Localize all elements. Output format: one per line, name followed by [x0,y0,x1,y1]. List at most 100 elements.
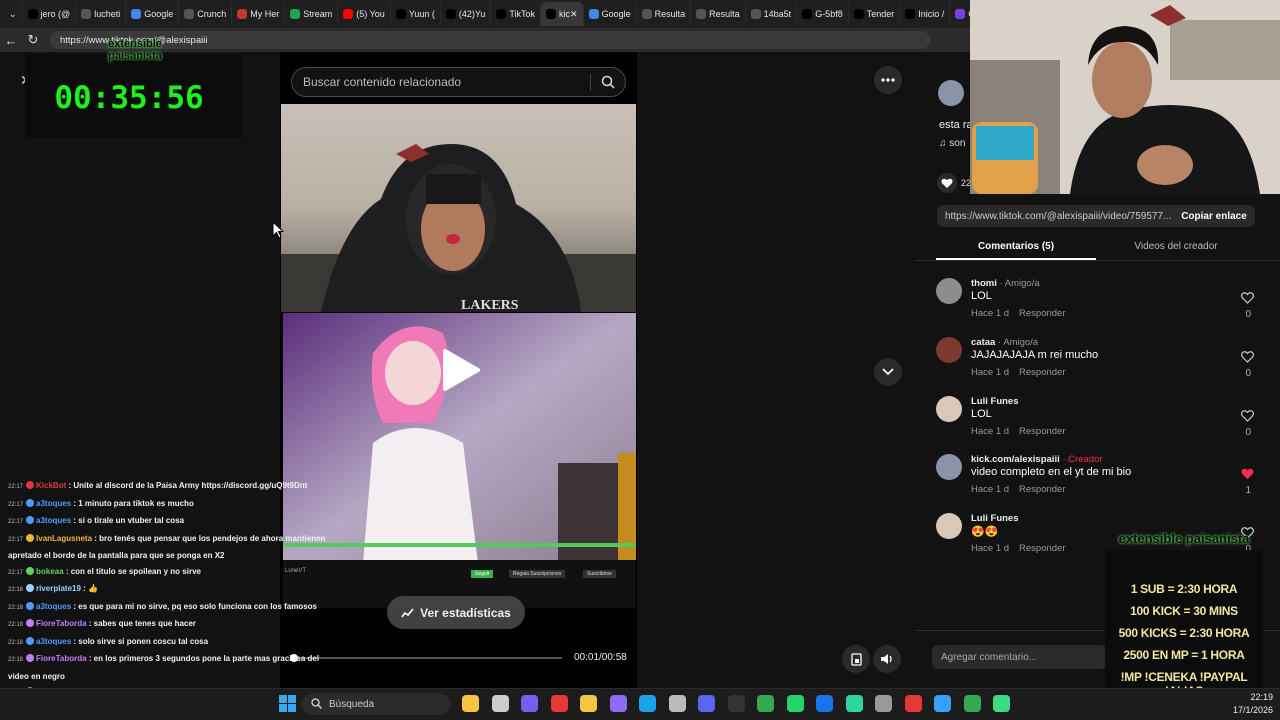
reply-button[interactable]: Responder [1019,543,1065,554]
browser-tab[interactable]: 14ba5t [746,2,798,26]
opera-icon[interactable] [550,695,568,712]
comment-like-heart-icon[interactable] [1241,468,1254,480]
taskbar-search[interactable]: Búsqueda [302,693,450,715]
chat-username[interactable]: FioreTaborda [36,619,87,628]
reply-button[interactable]: Responder [1019,367,1065,378]
avatar[interactable] [938,80,964,106]
comment-meta: Hace 1 d Responder [971,484,1076,495]
add-comment-input[interactable]: Agregar comentario... [932,645,1107,669]
comment-author[interactable]: thomi · Amigo/a [971,278,1040,289]
browser-tab[interactable]: My Her [232,2,286,26]
pen-icon[interactable] [609,695,627,712]
avatar[interactable] [936,454,962,480]
comment-like-heart-icon[interactable] [1241,410,1254,422]
user-badge-icon [26,533,35,542]
settings-icon[interactable] [668,695,686,712]
comment-age: Hace 1 d [971,543,1010,554]
comment-like-heart-icon[interactable] [1241,351,1254,363]
chat-text: es que para mi no sirve, pq eso solo fun… [78,601,317,611]
browser-tab[interactable]: Crunch [179,2,233,26]
chrome-icon[interactable] [757,695,774,712]
volume-button[interactable] [873,645,901,673]
reload-icon[interactable]: ↻ [22,32,44,48]
reply-button[interactable]: Responder [1019,308,1065,319]
browser-tab[interactable]: Resulta [691,2,746,26]
avatar[interactable] [936,396,962,422]
app-icon[interactable] [993,695,1010,712]
photos-icon[interactable] [934,695,951,712]
edge-icon[interactable] [639,695,656,712]
tab-creator-videos[interactable]: Videos del creador [1096,241,1256,252]
terminal-icon[interactable] [727,695,745,712]
comment-author[interactable]: cataa · Amigo/a [971,337,1038,348]
browser-tab[interactable]: Inicio / [900,2,951,26]
chat-username[interactable]: a3toques [36,602,71,611]
folder-icon[interactable] [580,695,597,712]
chrome-icon[interactable] [963,695,981,712]
avatar[interactable] [936,513,962,539]
chat-username[interactable]: KickBot [36,481,66,490]
browser-tab[interactable]: (42)Yu [441,2,492,26]
comment-author[interactable]: Luli Funes [971,513,1019,524]
pip-button[interactable] [842,645,870,673]
comment-like-heart-icon[interactable] [1241,292,1254,304]
browser-tab[interactable]: lucheti [76,2,127,26]
comment-author[interactable]: Luli Funes [971,396,1019,407]
chat-username[interactable]: a3toques [36,637,71,646]
vpn-icon[interactable] [845,695,863,712]
reply-button[interactable]: Responder [1019,484,1065,495]
windows-start-icon[interactable] [279,695,296,712]
browser-tab[interactable]: TikTok [491,2,542,26]
browser-tab[interactable]: jero (@ [23,2,77,26]
next-video-button[interactable] [874,358,902,386]
browser-tab[interactable]: G-5bf8 [797,2,849,26]
globe-icon [184,9,195,19]
browser-tab[interactable]: Yuun ( [391,2,441,26]
browser-tab[interactable]: Resulta [637,2,692,26]
browser-tab-label: jero (@ [40,9,71,19]
file-explorer-icon[interactable] [462,695,479,712]
more-options-button[interactable] [874,66,902,94]
chat-message: 22:18 FioreTaborda : en los primeros 3 se… [8,651,338,684]
browser-tab[interactable]: Google [126,2,180,26]
play-icon[interactable] [441,348,481,392]
chat-username[interactable]: IvanLagusneta [36,534,92,543]
chat-timestamp: 22:17 [8,569,24,576]
browser-tab[interactable]: Stream [285,2,339,26]
browser-tab[interactable]: kic ✕ [541,2,584,26]
browser-tab-label: My Her [250,9,280,19]
avatar[interactable] [936,278,962,304]
discord-icon[interactable] [698,695,715,712]
tab-list-chevron-down-icon[interactable]: ⌄ [4,2,23,26]
comment-author[interactable]: kick.com/alexispaiii · Creador [971,454,1103,465]
close-tab-icon[interactable]: ✕ [570,9,578,20]
reply-button[interactable]: Responder [1019,426,1065,437]
tab-comments[interactable]: Comentarios (5) [936,241,1096,252]
chat-text: Unite al discord de la Paisa Army https:… [73,481,308,490]
inner-follow-button: Seguir [471,570,494,578]
browser-tab-label: (5) You [356,9,385,19]
chat-username[interactable]: a3toques [36,499,71,508]
mail-icon[interactable] [816,695,833,712]
copy-link-button[interactable]: Copiar enlace [1172,205,1256,227]
task-view-icon[interactable] [491,695,509,712]
chat-username[interactable]: FioreTaborda [36,654,87,663]
like-button[interactable] [937,173,957,193]
browser-tab[interactable]: (5) You [338,2,391,26]
chat-username[interactable]: bokeaa [36,567,64,576]
browser-tab[interactable]: Google [584,2,637,26]
view-stats-button[interactable]: Ver estadísticas [387,596,525,629]
search-icon[interactable] [601,75,615,89]
whatsapp-icon[interactable] [786,695,804,712]
back-icon[interactable]: ← [0,33,22,48]
avatar[interactable] [936,337,962,363]
app-icon[interactable] [904,695,922,712]
url-field[interactable]: https://www.tiktok.com/@alexispaiii [50,31,930,49]
chat-username[interactable]: a3toques [36,516,71,525]
chat-username[interactable]: riverplate19 [36,584,81,593]
related-search-input[interactable]: Buscar contenido relacionado [291,67,626,97]
browser-tab[interactable]: Tender [849,2,901,26]
post-music[interactable]: ♫ son [939,138,965,149]
copilot-icon[interactable] [521,695,538,712]
gear-icon[interactable] [875,695,892,712]
